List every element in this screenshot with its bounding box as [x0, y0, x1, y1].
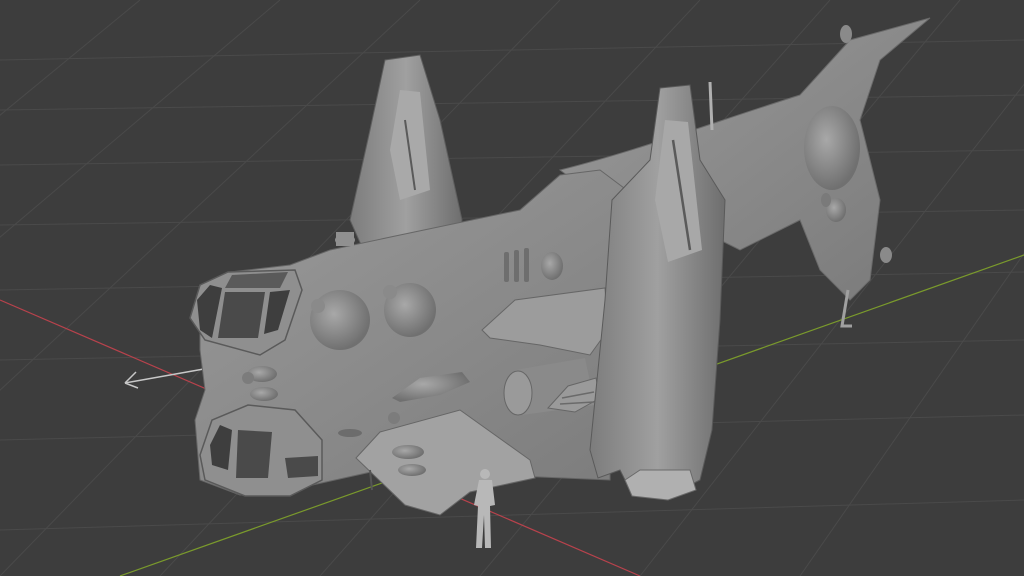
lower-window-2 [236, 430, 272, 478]
lower-window-3 [285, 456, 318, 478]
antenna [708, 81, 714, 131]
tail-side-nub [880, 247, 892, 263]
tail-tip-nub [840, 25, 852, 43]
side-knob [242, 372, 254, 384]
tail-bulge [804, 106, 860, 190]
tail-tiny-bulge [821, 193, 831, 207]
vent-slots [504, 248, 529, 282]
hull-knob-2 [383, 285, 397, 299]
wing-bulge-2 [398, 464, 426, 476]
arrow-empty[interactable] [124, 366, 216, 389]
top-stack [336, 232, 354, 246]
wing-bulge-1 [392, 445, 424, 459]
hull-bulge-3 [541, 252, 563, 280]
side-knob-2 [388, 412, 400, 424]
side-bump-2 [250, 387, 278, 401]
hull-bulge-1 [310, 290, 370, 350]
side-slit [338, 429, 362, 437]
3d-viewport[interactable] [0, 0, 1024, 576]
viewport-canvas[interactable] [0, 0, 1024, 576]
cockpit-lower[interactable] [199, 404, 323, 497]
hull-knob-1 [311, 299, 325, 313]
cockpit-window-2 [218, 292, 265, 338]
